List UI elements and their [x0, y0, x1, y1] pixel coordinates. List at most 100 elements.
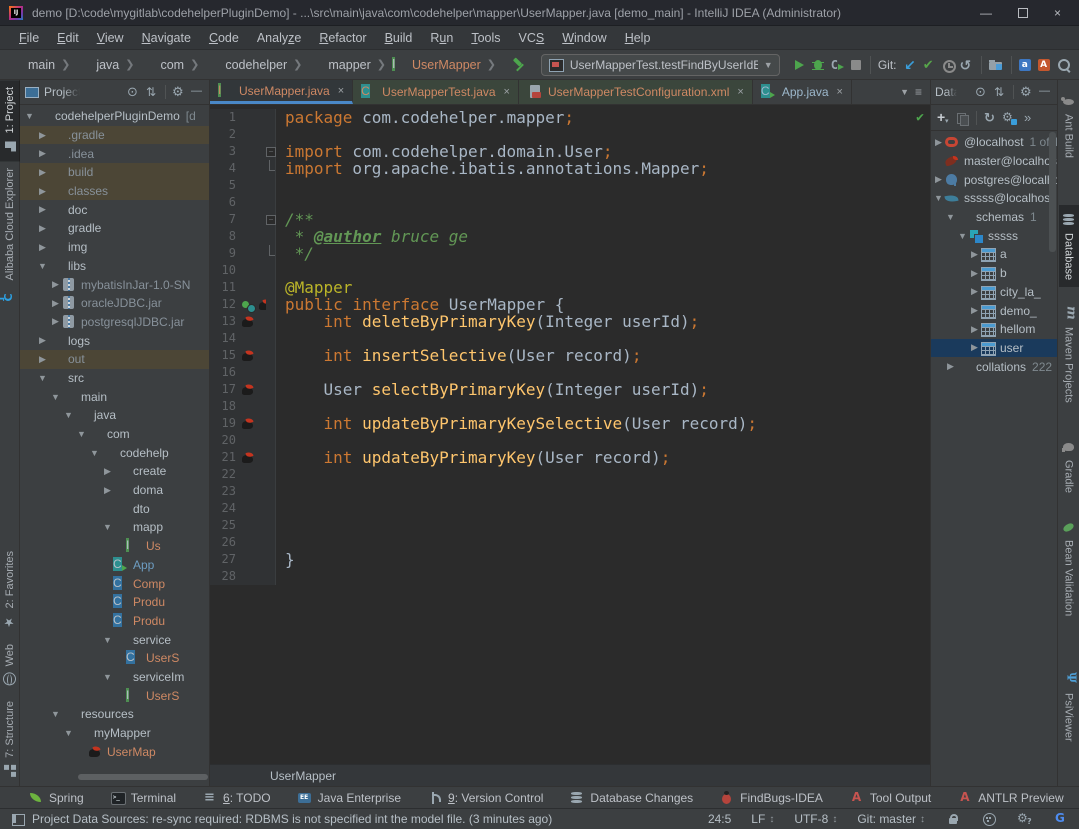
code-line[interactable]: 24	[210, 500, 930, 517]
tree-row-users[interactable]: UserS	[20, 649, 209, 668]
expand-arrow-icon[interactable]: ▶	[102, 466, 113, 477]
encoding-selector[interactable]: UTF-8	[794, 812, 837, 826]
tree-row-libs[interactable]: ▼ libs	[20, 257, 209, 276]
caret-position[interactable]: 24:5	[708, 812, 731, 826]
editor-breadcrumb[interactable]: UserMapper	[210, 764, 930, 786]
menu-item-analyze[interactable]: Analyze	[248, 28, 310, 48]
lock-icon[interactable]	[945, 811, 961, 827]
collapse-arrow-icon[interactable]: ▼	[89, 448, 100, 458]
tree-row-gradle[interactable]: ▶ gradle	[20, 219, 209, 238]
menu-item-file[interactable]: File	[10, 28, 48, 48]
tree-row-src[interactable]: ▼ src	[20, 369, 209, 388]
git-rollback-button[interactable]	[957, 53, 976, 77]
expand-arrow-icon[interactable]: ▶	[933, 174, 944, 185]
tree-row-oraclejdbc-jar[interactable]: ▶ oracleJDBC.jar	[20, 294, 209, 313]
expand-arrow-icon[interactable]: ▶	[37, 167, 48, 178]
tree-row-codehelp[interactable]: ▼ codehelp	[20, 443, 209, 462]
tool-button-psiviewer[interactable]: PsiViewer	[1059, 665, 1079, 749]
code-line[interactable]: 17 User selectByPrimaryKey(Integer userI…	[210, 381, 930, 398]
collapse-arrow-icon[interactable]: ▼	[945, 212, 956, 222]
database-scrollbar[interactable]	[1049, 132, 1056, 252]
fold-marker[interactable]	[266, 245, 276, 262]
expand-arrow-icon[interactable]: ▶	[37, 354, 48, 365]
project-horizontal-scrollbar[interactable]	[78, 774, 208, 780]
local-changes-button[interactable]	[987, 53, 1006, 77]
tree-row-img[interactable]: ▶ img	[20, 238, 209, 257]
git-commit-button[interactable]	[919, 53, 938, 77]
menu-item-help[interactable]: Help	[616, 28, 660, 48]
expand-arrow-icon[interactable]: ▶	[933, 137, 944, 148]
close-icon[interactable]: ×	[737, 86, 743, 98]
tool-window-button-tool-output[interactable]: Tool Output	[849, 790, 931, 806]
expand-arrow-icon[interactable]: ▶	[37, 204, 48, 215]
tool-button-bean-validation[interactable]: Bean Validation	[1059, 512, 1079, 623]
code-line[interactable]: 2	[210, 126, 930, 143]
tree-row-mapp[interactable]: ▼ mapp	[20, 518, 209, 537]
tab-app-java[interactable]: App.java ×	[753, 80, 852, 104]
expand-arrow-icon[interactable]: ▶	[50, 316, 61, 327]
git-history-button[interactable]	[938, 53, 957, 77]
tool-button-ant-build[interactable]: Ant Build	[1059, 86, 1079, 165]
menu-item-navigate[interactable]: Navigate	[133, 28, 200, 48]
tree-row-hellom[interactable]: ▶ hellom	[931, 320, 1057, 339]
close-button[interactable]: ×	[1054, 6, 1061, 20]
tool-button-database[interactable]: Database	[1058, 205, 1079, 288]
expand-arrow-icon[interactable]: ▶	[969, 249, 980, 260]
tree-row-resources[interactable]: ▼ resources	[20, 705, 209, 724]
debug-button[interactable]	[808, 53, 827, 77]
tree-row-user[interactable]: ▶ user	[931, 338, 1057, 358]
tree-row-create[interactable]: ▶ create	[20, 462, 209, 481]
minimize-button[interactable]: —	[980, 6, 992, 20]
code-line[interactable]: 1 package com.codehelper.mapper;	[210, 109, 930, 126]
maximize-button[interactable]	[1017, 7, 1028, 18]
collapse-arrow-icon[interactable]: ▼	[76, 429, 87, 439]
tree-row-codehelperplugindemo[interactable]: ▼ codehelperPluginDemo [d	[20, 107, 209, 126]
duplicate-icon[interactable]	[954, 110, 970, 126]
tool-window-button-database-changes[interactable]: Database Changes	[569, 790, 693, 806]
tool-button-2-favorites[interactable]: 2: Favorites	[0, 544, 20, 636]
code-line[interactable]: 20	[210, 432, 930, 449]
tree-row-master-localhos[interactable]: master@localhos	[931, 152, 1057, 171]
tree-row-gradle[interactable]: ▶ .gradle	[20, 125, 209, 145]
tree-row-sssss-localhost[interactable]: ▼sssss@localhost1	[931, 189, 1057, 208]
tree-row-us[interactable]: Us	[20, 537, 209, 556]
coverage-button[interactable]	[827, 53, 846, 77]
close-icon[interactable]: ×	[504, 86, 510, 98]
close-icon[interactable]: ×	[837, 86, 843, 98]
tab-usermappertestconfiguration-xml[interactable]: UserMapperTestConfiguration.xml ×	[518, 80, 753, 104]
tool-button-7-structure[interactable]: 7: Structure	[0, 694, 20, 786]
expand-arrow-icon[interactable]: ▶	[969, 342, 980, 353]
tree-row-classes[interactable]: ▶ classes	[20, 181, 209, 201]
tree-row-postgres-localho[interactable]: ▶ postgres@localho	[931, 170, 1057, 189]
tool-window-button-antlr-preview[interactable]: ANTLR Preview	[957, 790, 1063, 806]
tab-usermapper-java[interactable]: UserMapper.java ×	[210, 80, 354, 104]
collapse-arrow-icon[interactable]: ▼	[37, 373, 48, 383]
translate-button[interactable]	[1016, 53, 1035, 77]
code-line[interactable]: 3 import com.codehelper.domain.User;	[210, 143, 930, 160]
code-line[interactable]: 14	[210, 330, 930, 347]
code-line[interactable]: 21 int updateByPrimaryKey(User record);	[210, 449, 930, 466]
code-line[interactable]: 23	[210, 483, 930, 500]
tree-row-out[interactable]: ▶ out	[20, 349, 209, 369]
tree-row-produ[interactable]: Produ	[20, 612, 209, 631]
locate-icon[interactable]	[974, 84, 990, 100]
collapse-arrow-icon[interactable]: ▼	[102, 635, 113, 645]
expand-arrow-icon[interactable]: ▶	[37, 335, 48, 346]
tree-row-a[interactable]: ▶ a	[931, 245, 1057, 264]
tree-row-comp[interactable]: Comp	[20, 574, 209, 593]
tool-button-gradle[interactable]: Gradle	[1059, 432, 1079, 500]
gear-question-icon[interactable]	[1017, 811, 1033, 827]
run-button[interactable]	[790, 53, 809, 77]
run-configuration-select[interactable]: UserMapperTest.testFindByUserIdBetween ▼	[540, 53, 780, 76]
code-line[interactable]: 11 @Mapper	[210, 279, 930, 296]
tool-window-button-findbugs-idea[interactable]: FindBugs-IDEA	[719, 790, 823, 806]
code-line[interactable]: 12 public interface UserMapper {	[210, 296, 930, 313]
git-branch-selector[interactable]: Git: master	[857, 812, 925, 826]
tree-row-com[interactable]: ▼ com	[20, 425, 209, 444]
gear-icon[interactable]	[171, 84, 187, 100]
tree-row-demo[interactable]: ▶ demo_	[931, 301, 1057, 320]
git-update-button[interactable]	[901, 53, 920, 77]
code-line[interactable]: 19 int updateByPrimaryKeySelective(User …	[210, 415, 930, 432]
tree-row-java[interactable]: ▼ java	[20, 406, 209, 425]
breadcrumb-item-main[interactable]: main	[6, 57, 57, 73]
